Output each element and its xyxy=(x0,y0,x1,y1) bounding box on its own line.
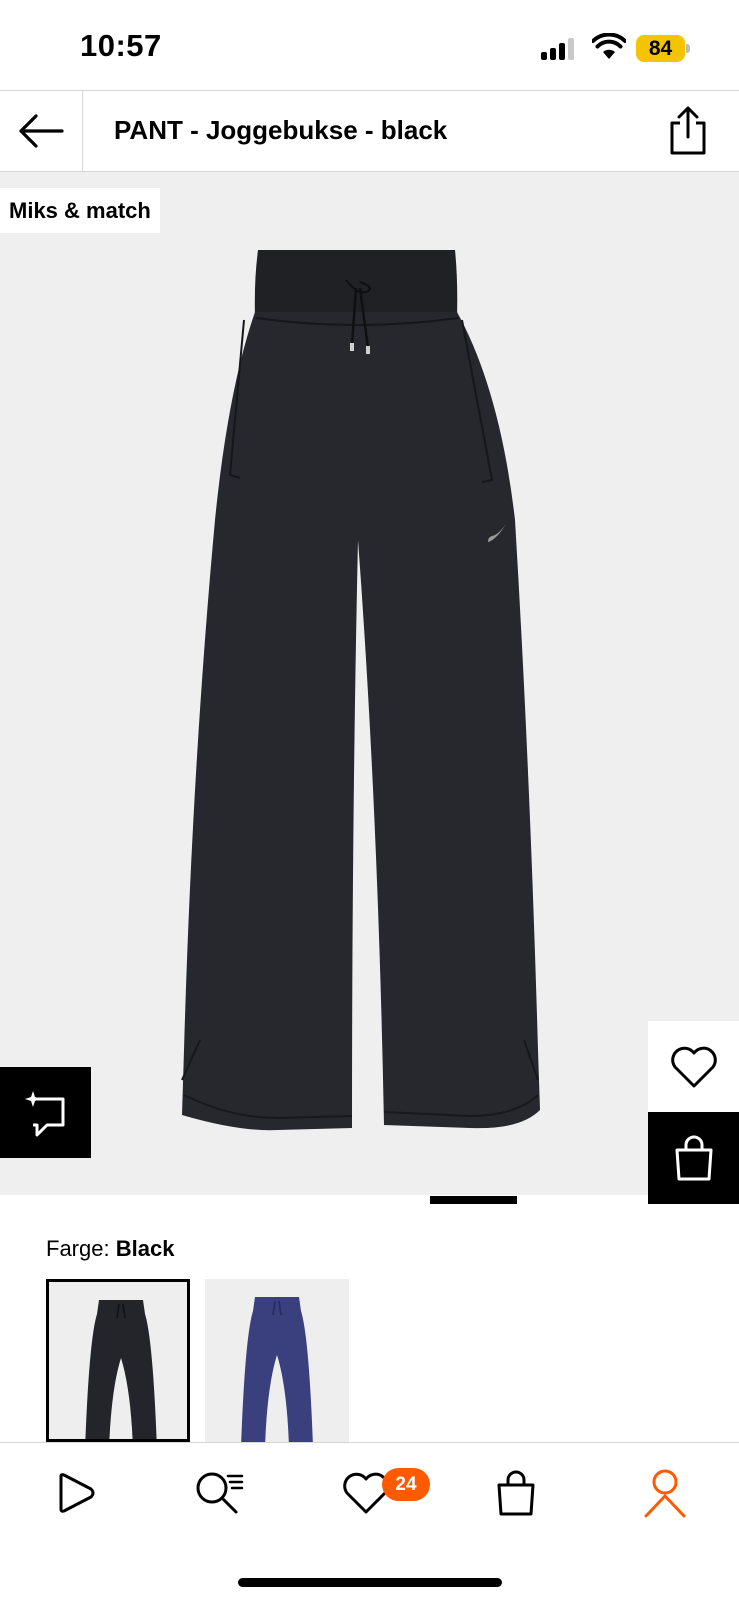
back-button[interactable] xyxy=(0,91,83,171)
color-swatch-navy[interactable] xyxy=(205,1279,349,1442)
wifi-icon xyxy=(592,33,626,59)
color-label: Farge: xyxy=(46,1236,110,1261)
shopping-bag-icon xyxy=(675,1135,712,1181)
color-swatch-black[interactable] xyxy=(46,1279,190,1442)
compare-icon xyxy=(24,1090,64,1136)
play-logo-icon xyxy=(59,1473,95,1513)
add-to-bag-button[interactable] xyxy=(648,1112,739,1204)
wishlist-count-badge: 24 xyxy=(382,1468,430,1501)
swatch-navy-thumbnail xyxy=(241,1297,313,1442)
bottom-navigation: 24 xyxy=(0,1442,739,1600)
product-photo-pants xyxy=(181,250,540,1131)
image-carousel-indicator xyxy=(430,1196,517,1204)
nav-bag[interactable] xyxy=(486,1465,546,1521)
signal-icon xyxy=(541,36,577,60)
status-time: 10:57 xyxy=(80,28,162,63)
miks-match-badge: Miks & match xyxy=(0,188,160,233)
home-indicator xyxy=(238,1578,502,1587)
swatch-black-thumbnail xyxy=(85,1300,157,1439)
compare-button[interactable] xyxy=(0,1067,91,1158)
shopping-bag-icon xyxy=(497,1470,535,1516)
nav-profile[interactable] xyxy=(635,1465,695,1521)
color-label-row: Farge: Black xyxy=(46,1236,174,1262)
nav-home[interactable] xyxy=(45,1465,105,1521)
share-icon xyxy=(670,106,706,155)
battery-icon: 84 xyxy=(636,35,690,62)
color-selected-value: Black xyxy=(115,1236,175,1261)
page-title: PANT - Joggebukse - black xyxy=(114,115,448,145)
user-icon xyxy=(644,1469,686,1518)
wishlist-button[interactable] xyxy=(648,1021,739,1112)
status-bar: 10:57 84 xyxy=(0,0,739,90)
share-button[interactable] xyxy=(666,105,710,157)
battery-level: 84 xyxy=(648,37,673,60)
heart-icon xyxy=(670,1046,717,1087)
page-header: PANT - Joggebukse - black xyxy=(0,90,739,172)
search-icon xyxy=(196,1472,244,1514)
arrow-left-icon xyxy=(19,114,64,148)
nav-search[interactable] xyxy=(190,1465,250,1521)
